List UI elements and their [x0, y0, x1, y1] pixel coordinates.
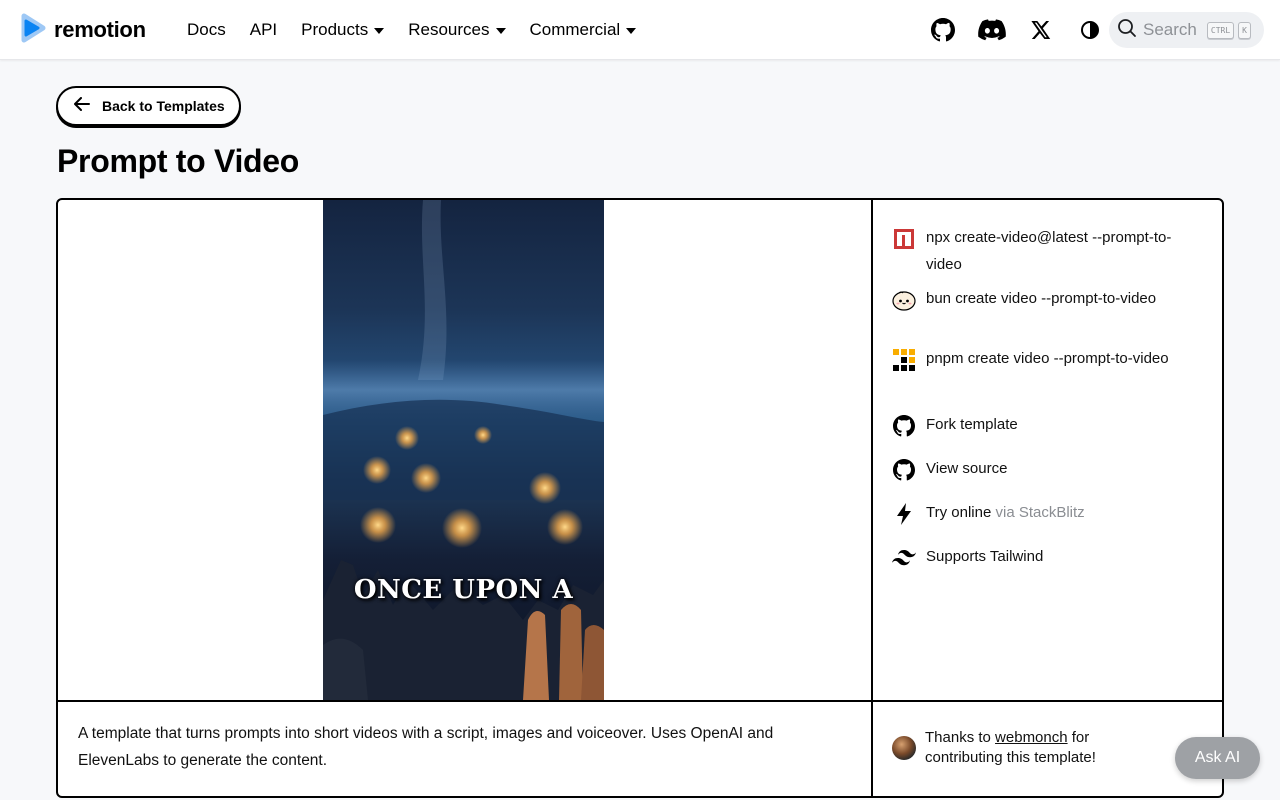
video-caption: ONCE UPON A: [353, 575, 574, 605]
install-bun-text: bun create video --prompt-to-video: [926, 290, 1157, 307]
search-button[interactable]: Search CTRL K: [1109, 12, 1264, 48]
nav-resources-label: Resources: [408, 20, 490, 39]
chevron-down-icon: [374, 27, 385, 34]
stackblitz-label: via StackBlitz: [995, 504, 1085, 521]
credit-prefix: Thanks to: [925, 729, 991, 746]
back-to-templates-button[interactable]: Back to Templates: [56, 86, 241, 126]
try-online-link[interactable]: Try online via StackBlitz: [891, 499, 1211, 527]
nav-api[interactable]: API: [250, 20, 277, 40]
kbd-ctrl: CTRL: [1206, 21, 1235, 39]
x-icon[interactable]: [1026, 15, 1056, 45]
brand-name: remotion: [54, 17, 146, 42]
discord-icon[interactable]: [977, 15, 1007, 45]
install-bun[interactable]: bun create video --prompt-to-video: [891, 285, 1211, 313]
nav-docs-label: Docs: [187, 20, 226, 39]
search-placeholder: Search: [1143, 20, 1197, 39]
nav-commercial-label: Commercial: [529, 20, 621, 39]
bun-icon: [891, 287, 917, 313]
credit-text: Thanks to webmonch for contributing this…: [925, 728, 1145, 768]
nav-docs[interactable]: Docs: [187, 20, 226, 40]
pnpm-icon: [891, 347, 917, 373]
avatar: [892, 736, 916, 760]
nav-icons: [928, 15, 1105, 45]
template-description: A template that turns prompts into short…: [78, 725, 774, 769]
supports-tailwind-text: Supports Tailwind: [926, 548, 1044, 565]
search-icon: [1117, 18, 1137, 43]
npm-icon: [891, 226, 917, 252]
template-card: ONCE UPON A npx create-video@latest --pr…: [56, 198, 1224, 798]
install-npx-text: npx create-video@latest --prompt-to-vide…: [926, 229, 1172, 273]
install-npx[interactable]: npx create-video@latest --prompt-to-vide…: [891, 224, 1211, 278]
fork-template-text: Fork template: [926, 416, 1018, 433]
fork-template-link[interactable]: Fork template: [891, 411, 1211, 439]
bolt-icon: [891, 501, 917, 527]
brand[interactable]: remotion: [16, 12, 146, 49]
vertical-divider: [871, 200, 873, 796]
view-source-text: View source: [926, 460, 1008, 477]
try-online-text: Try online via StackBlitz: [926, 499, 1176, 526]
theme-toggle-icon[interactable]: [1075, 15, 1105, 45]
github-icon: [891, 413, 917, 439]
nav-commercial[interactable]: Commercial: [530, 20, 637, 40]
page-title: Prompt to Video: [57, 143, 300, 179]
remotion-logo-icon: [16, 12, 48, 49]
nav-products-label: Products: [301, 20, 369, 39]
arrow-left-icon: [74, 96, 90, 116]
credits: Thanks to webmonch for contributing this…: [892, 728, 1145, 768]
tailwind-icon: [891, 545, 917, 571]
back-label: Back to Templates: [102, 98, 225, 114]
ask-ai-button[interactable]: Ask AI: [1175, 737, 1260, 779]
video-preview[interactable]: ONCE UPON A: [323, 200, 604, 700]
install-pnpm-text: pnpm create video --prompt-to-video: [926, 350, 1169, 367]
video-scene: [323, 200, 604, 700]
nav-links: Docs API Products Resources Commercial: [187, 0, 660, 60]
view-source-link[interactable]: View source: [891, 455, 1211, 483]
nav-api-label: API: [249, 20, 278, 39]
try-online-label: Try online: [926, 504, 992, 521]
nav-products[interactable]: Products: [301, 20, 385, 40]
chevron-down-icon: [495, 27, 506, 34]
chevron-down-icon: [626, 27, 637, 34]
kbd-k: K: [1238, 21, 1251, 39]
horizontal-divider: [58, 700, 1222, 702]
supports-tailwind: Supports Tailwind: [891, 543, 1211, 571]
nav-resources[interactable]: Resources: [408, 20, 506, 40]
github-icon[interactable]: [928, 15, 958, 45]
author-link[interactable]: webmonch: [995, 729, 1068, 746]
install-pnpm[interactable]: pnpm create video --prompt-to-video: [891, 345, 1211, 373]
navbar: remotion Docs API Products Resources Com…: [0, 0, 1280, 60]
github-icon: [891, 457, 917, 483]
